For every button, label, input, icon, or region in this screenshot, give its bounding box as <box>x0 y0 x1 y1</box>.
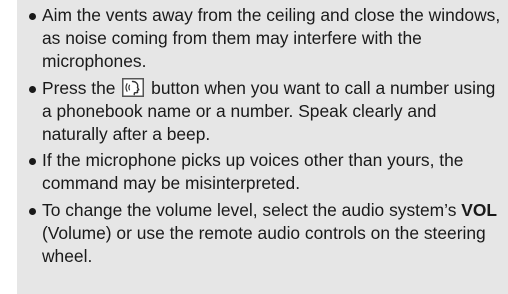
vol-label: VOL <box>461 199 497 220</box>
tip-text: If the microphone picks up voices other … <box>42 150 464 194</box>
list-item: If the microphone picks up voices other … <box>28 149 506 195</box>
list-item: Press the button when you want to call a… <box>28 77 506 147</box>
bullet-icon <box>29 13 36 20</box>
tip-text-before-bold: To change the volume level, select the a… <box>42 199 457 220</box>
bullet-icon <box>29 158 36 166</box>
manual-page: Aim the vents away from the ceiling and … <box>0 0 508 294</box>
list-item: Aim the vents away from the ceiling and … <box>28 4 506 74</box>
bullet-icon <box>29 85 36 93</box>
list-item: To change the volume level, select the a… <box>28 199 506 269</box>
tip-text: Aim the vents away from the ceiling and … <box>42 5 501 72</box>
talk-button-icon <box>122 77 145 97</box>
tip-text-before-icon: Press the <box>42 77 116 98</box>
tip-text-after-bold: (Volume) or use the remote audio control… <box>42 222 486 267</box>
bullet-icon <box>29 207 36 215</box>
tips-list: Aim the vents away from the ceiling and … <box>28 4 506 271</box>
